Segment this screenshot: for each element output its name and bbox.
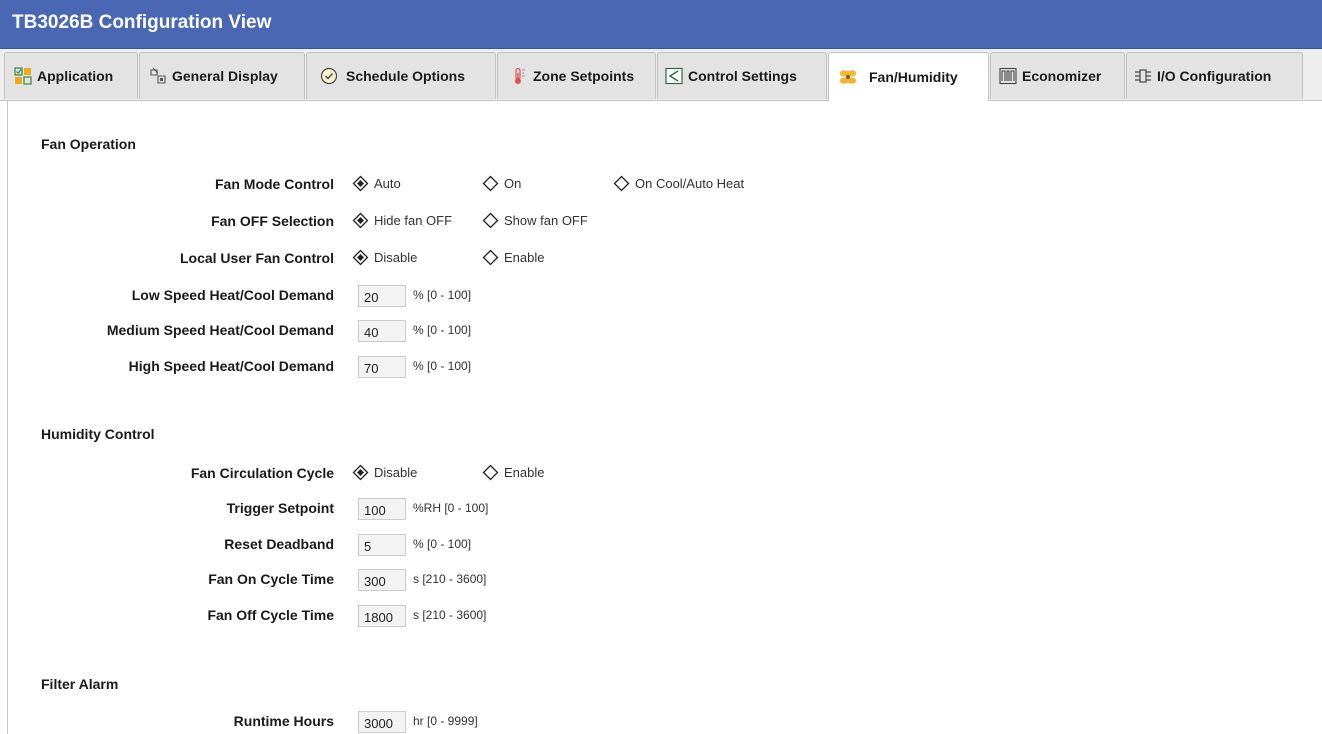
low-speed-demand-label: Low Speed Heat/Cool Demand — [131, 287, 334, 303]
fan-icon — [839, 68, 857, 86]
low-speed-demand-range: % [0 - 100] — [413, 288, 472, 302]
high-speed-demand-range: % [0 - 100] — [413, 359, 472, 373]
tab-label: General Display — [172, 68, 278, 84]
fan-circulation-enable-radio[interactable]: Enable — [482, 464, 544, 481]
radio-unselected-icon — [482, 464, 499, 481]
tab-control-settings[interactable]: Control Settings — [657, 52, 827, 99]
io-configuration-icon — [1134, 67, 1152, 85]
runtime-hours-label: Runtime Hours — [233, 713, 334, 729]
reset-deadband-range: % [0 - 100] — [413, 537, 472, 551]
schedule-icon — [320, 67, 338, 85]
tab-io-configuration[interactable]: I/O Configuration — [1126, 52, 1303, 99]
radio-unselected-icon — [613, 175, 630, 192]
local-fan-control-enable-radio[interactable]: Enable — [482, 249, 544, 266]
runtime-hours-input[interactable] — [358, 711, 406, 733]
radio-unselected-icon — [482, 212, 499, 229]
radio-selected-icon — [352, 212, 369, 229]
fan-off-cycle-time-input[interactable] — [358, 605, 406, 627]
general-display-icon — [149, 67, 167, 85]
radio-selected-icon — [352, 464, 369, 481]
fan-off-cycle-time-range: s [210 - 3600] — [413, 608, 487, 622]
tab-schedule-options[interactable]: Schedule Options — [306, 52, 496, 99]
fan-on-cycle-time-range: s [210 - 3600] — [413, 572, 487, 586]
section-heading-fan-operation: Fan Operation — [41, 136, 136, 152]
fan-circulation-disable-radio[interactable]: Disable — [352, 464, 417, 481]
radio-selected-icon — [352, 175, 369, 192]
reset-deadband-label: Reset Deadband — [224, 536, 334, 552]
medium-speed-demand-input[interactable] — [358, 320, 406, 342]
fan-off-hide-radio[interactable]: Hide fan OFF — [352, 212, 452, 229]
tab-economizer[interactable]: Economizer — [990, 52, 1125, 99]
radio-label: Disable — [374, 250, 418, 265]
application-icon — [14, 67, 32, 85]
fan-mode-control-label: Fan Mode Control — [215, 176, 334, 192]
tab-general-display[interactable]: General Display — [139, 52, 305, 99]
reset-deadband-input[interactable] — [358, 534, 406, 556]
radio-unselected-icon — [482, 175, 499, 192]
radio-label: Enable — [504, 465, 545, 480]
radio-label: Enable — [504, 250, 545, 265]
fan-off-cycle-time-label: Fan Off Cycle Time — [207, 607, 334, 623]
radio-selected-icon — [352, 249, 369, 266]
fan-circulation-cycle-label: Fan Circulation Cycle — [190, 465, 334, 481]
radio-label: Auto — [374, 176, 401, 191]
fan-off-selection-label: Fan OFF Selection — [211, 213, 334, 229]
high-speed-demand-label: High Speed Heat/Cool Demand — [128, 358, 334, 374]
tab-application[interactable]: Application — [4, 52, 138, 99]
trigger-setpoint-range: %RH [0 - 100] — [413, 501, 489, 515]
local-fan-control-disable-radio[interactable]: Disable — [352, 249, 417, 266]
tab-label: Economizer — [1022, 68, 1102, 84]
radio-label: Show fan OFF — [504, 213, 588, 228]
trigger-setpoint-label: Trigger Setpoint — [226, 500, 334, 516]
tab-label: I/O Configuration — [1157, 68, 1272, 84]
fan-off-show-radio[interactable]: Show fan OFF — [482, 212, 588, 229]
thermometer-icon — [510, 67, 528, 85]
fan-mode-auto-radio[interactable]: Auto — [352, 175, 401, 192]
section-heading-humidity-control: Humidity Control — [41, 426, 155, 442]
radio-label: On — [504, 176, 522, 191]
radio-label: Disable — [374, 465, 418, 480]
fan-mode-on-cool-auto-heat-radio[interactable]: On Cool/Auto Heat — [613, 175, 744, 192]
radio-label: On Cool/Auto Heat — [635, 176, 745, 191]
tab-strip: Application General Display Schedule Opt… — [0, 49, 1322, 101]
fan-on-cycle-time-label: Fan On Cycle Time — [208, 571, 334, 587]
medium-speed-demand-label: Medium Speed Heat/Cool Demand — [106, 322, 334, 338]
tab-label: Schedule Options — [346, 68, 466, 84]
window-title: TB3026B Configuration View — [12, 12, 272, 33]
radio-label: Hide fan OFF — [374, 213, 453, 228]
economizer-icon — [999, 67, 1017, 85]
fan-humidity-panel: Fan Operation Fan Mode Control Auto On O… — [7, 101, 1322, 734]
radio-unselected-icon — [482, 249, 499, 266]
runtime-hours-range: hr [0 - 9999] — [413, 714, 478, 728]
tab-label: Fan/Humidity — [869, 69, 958, 85]
tab-zone-setpoints[interactable]: Zone Setpoints — [497, 52, 656, 99]
control-settings-icon — [665, 67, 683, 85]
tab-label: Application — [37, 68, 114, 84]
trigger-setpoint-input[interactable] — [358, 498, 406, 520]
tab-fan-humidity[interactable]: Fan/Humidity — [828, 52, 989, 101]
fan-mode-on-radio[interactable]: On — [482, 175, 521, 192]
title-bar: TB3026B Configuration View — [0, 0, 1322, 49]
tab-label: Zone Setpoints — [533, 68, 635, 84]
tab-label: Control Settings — [688, 68, 797, 84]
high-speed-demand-input[interactable] — [358, 356, 406, 378]
low-speed-demand-input[interactable] — [358, 285, 406, 307]
medium-speed-demand-range: % [0 - 100] — [413, 323, 472, 337]
section-heading-filter-alarm: Filter Alarm — [41, 676, 119, 692]
fan-on-cycle-time-input[interactable] — [358, 569, 406, 591]
local-user-fan-control-label: Local User Fan Control — [179, 250, 334, 266]
